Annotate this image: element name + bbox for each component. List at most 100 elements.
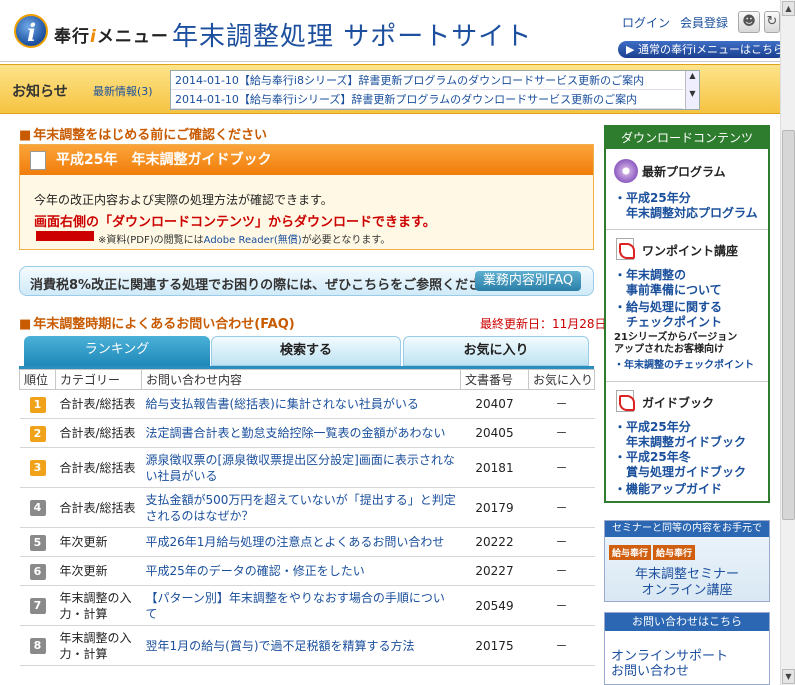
row-doc-number: 20405 <box>460 418 529 448</box>
tab-ranking[interactable]: ランキング <box>24 336 210 366</box>
news-list: 2014-01-10【給与奉行i8シリーズ】辞書更新プログラムのダウンロードサー… <box>170 70 700 110</box>
contact-banner-head: お問い合わせはこちら <box>605 613 769 631</box>
one-point-title: ワンポイント講座 <box>642 244 739 258</box>
pdf-note-pre: ※資料(PDF)の閲覧には <box>98 235 204 246</box>
rank-badge: 1 <box>29 396 46 413</box>
faq-question-link[interactable]: 給与支払報告書(総括表)に集計されない社員がいる <box>146 397 419 411</box>
faq-question-link[interactable]: 平成26年1月給与処理の注意点とよくあるお問い合わせ <box>146 535 445 549</box>
scroll-up-arrow-icon[interactable]: ▲ <box>782 1 795 16</box>
row-doc-number: 20179 <box>460 487 529 528</box>
table-header-row: 順位 カテゴリー お問い合わせ内容 文書番号 お気に入り <box>19 369 595 390</box>
faq-tabs: ランキング 検索する お気に入り <box>19 336 594 368</box>
preparation-link[interactable]: ・年末調整の 事前準備について <box>614 268 722 298</box>
news-bar: お知らせ 最新情報(3) 2014-01-10【給与奉行i8シリーズ】辞書更新プ… <box>0 64 780 114</box>
table-row: 4 合計表/総括表 支払金額が500万円を超えていないが「提出する」と判定される… <box>19 487 595 528</box>
row-category: 年末調整の入力・計算 <box>55 625 142 666</box>
year-end-program-link[interactable]: ・平成25年分 年末調整対応プログラム <box>614 191 758 221</box>
payroll-checkpoint-link[interactable]: ・給与処理に関する チェックポイント <box>614 300 722 330</box>
faq-question-link[interactable]: 平成25年のデータの確認・修正をしたい <box>146 564 365 578</box>
link-line: チェックポイント <box>614 315 723 329</box>
row-favorite: － <box>528 487 595 528</box>
row-favorite: － <box>528 585 595 626</box>
adobe-reader-badge-icon[interactable] <box>36 231 94 241</box>
tab-favorites[interactable]: お気に入り <box>403 336 589 366</box>
row-favorite: － <box>528 389 595 419</box>
tab-search[interactable]: 検索する <box>211 336 401 366</box>
faq-question-link[interactable]: 法定調書合計表と勤怠支給控除一覧表の金額があわない <box>146 426 446 440</box>
seminar-banner-head: セミナーと同等の内容をお手元で <box>605 521 769 537</box>
faq-question-link[interactable]: 支払金額が500万円を超えていないが「提出する」と判定されるのはなぜか？ <box>146 493 456 523</box>
row-doc-number: 20181 <box>460 447 529 488</box>
faq-question-link[interactable]: 翌年1月の給与(賞与)で過不足税額を精算する方法 <box>146 639 415 653</box>
guidebook-download-title: ガイドブック <box>642 396 715 410</box>
link-line: 賞与処理ガイドブック <box>614 465 747 479</box>
row-category: 合計表/総括表 <box>55 389 142 419</box>
column-header-category: カテゴリー <box>55 369 142 390</box>
faq-question-link[interactable]: 源泉徴収票の[源泉徴収票提出区分設定]画面に表示されない社員がいる <box>146 453 455 483</box>
switch-menu-button[interactable]: ▶ 通常の奉行iメニューはこちら <box>618 41 786 58</box>
row-favorite: － <box>528 625 595 666</box>
header-links: ログイン 会員登録 <box>622 14 738 31</box>
scroll-down-arrow-icon[interactable]: ▼ <box>782 669 795 684</box>
adobe-reader-link[interactable]: Adobe Reader(無償) <box>204 235 302 246</box>
register-link[interactable]: 会員登録 <box>680 16 728 30</box>
news-count-link[interactable]: 最新情報(3) <box>93 83 153 99</box>
faq-ranking-table: 順位 カテゴリー お問い合わせ内容 文書番号 お気に入り 1 合計表/総括表 給… <box>19 369 595 666</box>
row-favorite: － <box>528 527 595 557</box>
download-contents-box: ダウンロードコンテンツ 最新プログラム ・平成25年分 年末調整対応プログラム … <box>604 125 770 503</box>
refresh-icon[interactable]: ↻ <box>764 11 780 33</box>
link-line: 事前準備について <box>614 283 722 297</box>
feature-guide-link[interactable]: ・機能アップガイド <box>614 482 722 497</box>
guidebook-download-note: 画面右側の「ダウンロードコンテンツ」からダウンロードできます。 <box>34 215 436 230</box>
row-doc-number: 20175 <box>460 625 529 666</box>
faq-by-task-button[interactable]: 業務内容別FAQ <box>475 271 581 291</box>
online-seminar-banner[interactable]: セミナーと同等の内容をお手元で 給与奉行 給与奉行 年末調整セミナー オンライン講… <box>604 520 770 602</box>
bugyo-logo-icon[interactable]: i <box>14 14 48 48</box>
logo-text-a: 奉行 <box>54 27 90 47</box>
faq-last-updated: 最終更新日：11月28日 <box>480 317 607 331</box>
news-item[interactable]: 2014-01-10【給与奉行i8シリーズ】辞書更新プログラムのダウンロードサー… <box>171 71 683 90</box>
news-scrollbar[interactable]: ▲ ▼ <box>685 71 699 109</box>
row-favorite: － <box>528 418 595 448</box>
row-doc-number: 20227 <box>460 556 529 586</box>
faq-question-link[interactable]: 【パターン別】年末調整をやりなおす場合の手順について <box>146 591 445 621</box>
site-header: i 奉行iメニュー 年末調整処理 サポートサイト ログイン 会員登録 ☻ ↻ ▶ … <box>0 0 786 62</box>
user-icon[interactable]: ☻ <box>738 11 760 33</box>
login-link[interactable]: ログイン <box>622 16 670 30</box>
faq-section-title: 年末調整時期によくあるお問い合わせ(FAQ) <box>19 313 294 332</box>
tax-faq-banner-text: 消費税8%改正に関連する処理でお困りの際には、ぜひこちらをご参照ください。 <box>30 278 508 293</box>
product-logo-text[interactable]: 奉行iメニュー <box>54 22 169 47</box>
latest-program-title: 最新プログラム <box>642 165 726 179</box>
page-scrollbar[interactable]: ▲ ▼ <box>780 0 795 685</box>
row-category: 年末調整の入力・計算 <box>55 585 142 626</box>
link-line: ・平成25年冬 <box>614 450 691 464</box>
rank-badge: 2 <box>29 425 46 442</box>
row-category: 年次更新 <box>55 527 142 557</box>
link-line: ・給与処理に関する <box>614 300 723 314</box>
scroll-thumb[interactable] <box>782 130 795 520</box>
link-line: ・平成25年分 <box>614 420 691 434</box>
year-end-guidebook-link[interactable]: ・平成25年分 年末調整ガイドブック <box>614 420 746 450</box>
row-category: 合計表/総括表 <box>55 487 142 528</box>
seminar-title-line1: 年末調整セミナー <box>634 567 739 582</box>
news-item[interactable]: 2014-01-10【給与奉行iシリーズ】辞書更新プログラムのダウンロードサービ… <box>171 90 683 109</box>
column-header-rank: 順位 <box>19 369 56 390</box>
online-support-text: オンラインサポート お問い合わせ <box>611 649 728 679</box>
rank-badge: 4 <box>29 500 46 516</box>
row-doc-number: 20407 <box>460 389 529 419</box>
download-contents-title: ダウンロードコンテンツ <box>606 127 768 149</box>
table-row: 5 年次更新 平成26年1月給与処理の注意点とよくあるお問い合わせ 20222 … <box>19 527 595 557</box>
link-line: ・年末調整の <box>614 268 687 282</box>
column-header-favorite: お気に入り <box>528 369 595 390</box>
year-end-checkpoint-link[interactable]: ・年末調整のチェックポイント <box>614 356 754 371</box>
bonus-guidebook-link[interactable]: ・平成25年冬 賞与処理ガイドブック <box>614 450 746 480</box>
row-favorite: － <box>528 447 595 488</box>
link-line: 年末調整ガイドブック <box>614 435 747 449</box>
news-title: お知らせ <box>12 84 68 100</box>
seminar-product-tags: 給与奉行 給与奉行 <box>609 545 697 560</box>
contact-banner[interactable]: お問い合わせはこちら オンラインサポート お問い合わせ <box>604 612 770 685</box>
table-row: 2 合計表/総括表 法定調書合計表と勤怠支給控除一覧表の金額があわない 2040… <box>19 418 595 448</box>
seminar-title-line2: オンライン講座 <box>641 583 733 598</box>
rank-badge: 3 <box>29 460 46 476</box>
latest-program-section: 最新プログラム ・平成25年分 年末調整対応プログラム <box>606 149 768 229</box>
